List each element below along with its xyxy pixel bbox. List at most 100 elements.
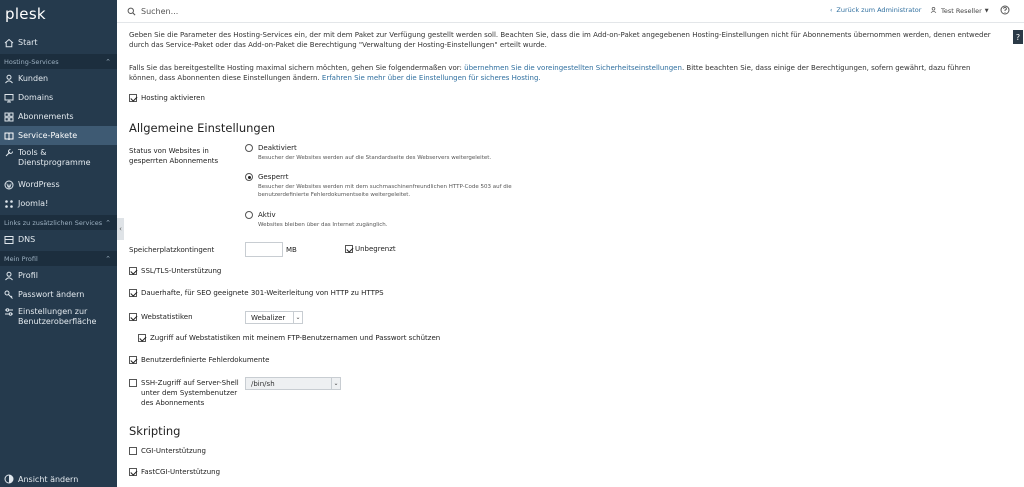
user-icon (4, 74, 14, 84)
nav-group-hosting[interactable]: Hosting-Services ⌃ (0, 54, 117, 69)
change-view-button[interactable]: Ansicht ändern (0, 471, 117, 487)
sidebar-item-label: Start (18, 38, 38, 47)
deactivated-label: Deaktiviert (258, 144, 297, 152)
joomla-icon (4, 199, 14, 209)
ssh-shell-select[interactable]: /bin/sh ⌄ (245, 377, 341, 390)
question-icon: ? (1015, 32, 1021, 42)
back-arrow-icon: ‹ (830, 6, 833, 14)
learn-more-link[interactable]: Erfahren Sie mehr über die Einstellungen… (322, 74, 541, 82)
webstats-option[interactable]: Webstatistiken (129, 313, 193, 321)
hosting-enable-checkbox[interactable] (129, 94, 137, 102)
ssl-option[interactable]: SSL/TLS-Unterstützung (129, 267, 221, 275)
status-option-deactivated[interactable]: Deaktiviert Besucher der Websites werden… (245, 144, 558, 162)
chevron-down-icon: ⌄ (331, 378, 340, 389)
sidebar-item-label: Einstellungen zur Benutzeroberfläche (18, 307, 97, 326)
user-menu[interactable]: Test Reseller ▼ (930, 6, 989, 16)
sidebar-item-label: Profil (18, 271, 38, 280)
webstats-protect-option[interactable]: Zugriff auf Webstatistiken mit meinem FT… (138, 334, 440, 342)
website-status-label: Status von Websites in gesperrten Abonne… (129, 147, 219, 165)
redirect-label: Dauerhafte, für SEO geeignete 301-Weiter… (141, 289, 384, 297)
apply-security-settings-link[interactable]: übernehmen Sie die voreingestellten Sich… (464, 64, 682, 72)
sidebar-item-dns[interactable]: DNS (0, 230, 117, 249)
nav-group-links[interactable]: Links zu zusätzlichen Services ⌃ (0, 215, 117, 230)
quota-unlimited-checkbox[interactable] (345, 245, 353, 253)
hosting-enable-option[interactable]: Hosting aktivieren (129, 94, 205, 102)
locked-label: Gesperrt (258, 173, 289, 181)
webstats-label: Webstatistiken (141, 313, 193, 321)
error-docs-checkbox[interactable] (129, 356, 137, 364)
fastcgi-label: FastCGI-Unterstützung (141, 468, 221, 476)
quota-input[interactable] (245, 242, 283, 257)
sidebar-item-label: Kunden (18, 74, 49, 83)
webstats-checkbox[interactable] (129, 313, 137, 321)
chevron-up-icon: ⌃ (105, 254, 111, 263)
error-docs-label: Benutzerdefinierte Fehlerdokumente (141, 356, 270, 364)
active-description: Websites bleiben über das Internet zugän… (258, 222, 388, 228)
ssh-option[interactable]: SSH-Zugriff auf Server-Shell unter dem S… (129, 378, 249, 408)
locked-radio[interactable] (245, 173, 253, 181)
sidebar-item-passwort[interactable]: Passwort ändern (0, 285, 117, 304)
grid-icon (4, 112, 14, 122)
user-icon (930, 6, 937, 16)
plesk-logo[interactable]: plesk (0, 0, 117, 33)
webstats-protect-checkbox[interactable] (138, 334, 146, 342)
sidebar-item-profil[interactable]: Profil (0, 266, 117, 285)
nav-group-profile[interactable]: Mein Profil ⌃ (0, 251, 117, 266)
sidebar-item-tools[interactable]: Tools & Dienstprogramme (0, 145, 117, 175)
ssh-label: SSH-Zugriff auf Server-Shell unter dem S… (141, 379, 239, 407)
sidebar-item-label: Service-Pakete (18, 131, 78, 140)
ssl-checkbox[interactable] (129, 267, 137, 275)
quota-unlimited-label: Unbegrenzt (355, 245, 396, 253)
search-icon (127, 7, 136, 18)
monitor-icon (4, 93, 14, 103)
status-option-locked[interactable]: Gesperrt Besucher der Websites werden mi… (245, 173, 548, 199)
help-icon[interactable] (1000, 5, 1010, 17)
fastcgi-option[interactable]: FastCGI-Unterstützung (129, 468, 220, 476)
locked-description: Besucher der Websites werden mit dem suc… (258, 184, 512, 198)
active-label: Aktiv (258, 211, 276, 219)
back-to-admin-label: Zurück zum Administrator (836, 6, 922, 14)
sidebar-item-service-pakete[interactable]: Service-Pakete (0, 126, 117, 145)
sidebar-item-label: Passwort ändern (18, 290, 85, 299)
cgi-checkbox[interactable] (129, 447, 137, 455)
deactivated-radio[interactable] (245, 144, 253, 152)
main-content: Geben Sie die Parameter des Hosting-Serv… (129, 23, 1009, 487)
redirect-option[interactable]: Dauerhafte, für SEO geeignete 301-Weiter… (129, 289, 384, 297)
fastcgi-checkbox[interactable] (129, 468, 137, 476)
book-icon (4, 131, 14, 141)
cgi-label: CGI-Unterstützung (141, 447, 206, 455)
redirect-checkbox[interactable] (129, 289, 137, 297)
cgi-option[interactable]: CGI-Unterstützung (129, 447, 206, 455)
search-input[interactable] (141, 4, 741, 19)
ssl-label: SSL/TLS-Unterstützung (141, 267, 222, 275)
status-option-active[interactable]: Aktiv Websites bleiben über das Internet… (245, 211, 558, 229)
key-icon (4, 290, 14, 300)
sidebar-item-domains[interactable]: Domains (0, 88, 117, 107)
nav-group-label: Links zu zusätzlichen Services (4, 218, 103, 227)
error-docs-option[interactable]: Benutzerdefinierte Fehlerdokumente (129, 356, 269, 364)
sidebar-collapse-handle[interactable]: ‹ (117, 218, 124, 240)
back-to-admin-link[interactable]: ‹ Zurück zum Administrator (830, 6, 921, 14)
sidebar-item-start[interactable]: Start (0, 33, 117, 52)
quota-unlimited-option[interactable]: Unbegrenzt (345, 245, 396, 253)
quota-unit: MB (286, 246, 297, 254)
active-radio[interactable] (245, 211, 253, 219)
sidebar-item-label: Tools & Dienstprogramme (18, 148, 91, 167)
sidebar-item-kunden[interactable]: Kunden (0, 69, 117, 88)
wordpress-icon (4, 180, 14, 190)
webstats-select[interactable]: Webalizer ⌄ (245, 311, 303, 324)
user-name: Test Reseller (941, 7, 982, 15)
sidebar-item-joomla[interactable]: Joomla! (0, 194, 117, 213)
chevron-left-icon: ‹ (119, 225, 122, 233)
context-help-button[interactable]: ? (1013, 30, 1023, 44)
chevron-down-icon: ⌄ (293, 312, 302, 323)
ssh-checkbox[interactable] (129, 379, 137, 387)
intro-text-2a: Falls Sie das bereitgestellte Hosting ma… (129, 64, 465, 72)
sidebar-item-einstellungen[interactable]: Einstellungen zur Benutzeroberfläche (0, 304, 117, 334)
chevron-up-icon: ⌃ (105, 57, 111, 66)
sidebar-item-wordpress[interactable]: WordPress (0, 175, 117, 194)
change-view-label: Ansicht ändern (18, 474, 79, 484)
deactivated-description: Besucher der Websites werden auf die Sta… (258, 155, 492, 161)
sidebar-item-abonnements[interactable]: Abonnements (0, 107, 117, 126)
sidebar-item-label: WordPress (18, 180, 60, 189)
